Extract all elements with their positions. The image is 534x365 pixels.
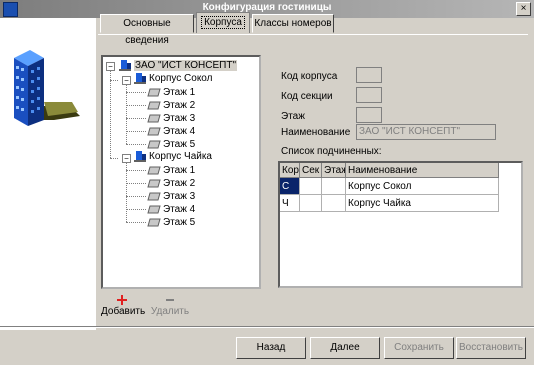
tree-floor-label: Этаж 3 [163,113,196,124]
tree-floor-label: Этаж 2 [163,178,196,189]
building-icon [134,73,146,85]
add-button[interactable]: Добавить [101,293,146,317]
tree-floor-label: Этаж 5 [163,217,196,228]
tree-floor-node[interactable]: Этаж 1 [147,86,195,99]
tree-line [126,131,146,132]
table-cell[interactable] [322,195,346,212]
tree-floor-label: Этаж 3 [163,191,196,202]
subordinates-grid[interactable]: Кор Сек Этаж Наименование С Корпус Сокол… [278,161,523,288]
tree-floor-node[interactable]: Этаж 2 [147,177,195,190]
tab-buildings-label: Корпуса [201,16,245,29]
tree-floor-node[interactable]: Этаж 3 [147,112,195,125]
delete-button[interactable]: Удалить [149,293,191,317]
tree-line [126,196,146,197]
floor-icon [147,88,161,97]
tree-building-node[interactable]: Корпус Сокол [133,72,212,85]
minus-icon [166,299,174,301]
table-cell[interactable] [300,178,322,195]
delete-button-label: Удалить [150,306,190,317]
building-illustration [14,50,80,126]
tree-floor-label: Этаж 4 [163,126,196,137]
subordinates-label: Список подчиненных: [281,146,382,157]
tree-building-label: Корпус Чайка [149,151,212,162]
collapse-root-toggle[interactable]: − [106,62,115,71]
tree-building-label: Корпус Сокол [149,73,213,84]
tree-floor-node[interactable]: Этаж 4 [147,203,195,216]
building-code-label: Код корпуса [281,71,338,82]
plus-icon [117,295,127,305]
save-button[interactable]: Сохранить [384,337,454,359]
tree-floor-node[interactable]: Этаж 2 [147,99,195,112]
section-code-field[interactable] [356,87,382,103]
tree-line [126,84,127,144]
tab-room-classes[interactable]: Классы номеров [252,14,334,33]
tree-line [126,144,146,145]
name-field[interactable]: ЗАО "ИСТ КОНСЕПТ" [356,124,496,140]
building-icon [134,151,146,163]
restore-button[interactable]: Восстановить [456,337,526,359]
column-header[interactable]: Наименование [346,163,499,178]
next-button[interactable]: Далее [310,337,380,359]
floor-icon [147,127,161,136]
tab-buildings[interactable]: Корпуса [196,12,250,33]
tree-floor-node[interactable]: Этаж 5 [147,216,195,229]
floor-icon [147,205,161,214]
tree-floor-node[interactable]: Этаж 3 [147,190,195,203]
divider [0,326,534,328]
tree-line [126,162,127,222]
tree-root-node[interactable]: ЗАО "ИСТ КОНСЕПТ" [118,59,238,72]
floor-icon [147,179,161,188]
floor-field[interactable] [356,107,382,123]
wizard-image-panel [0,18,96,330]
tree-floor-node[interactable]: Этаж 1 [147,164,195,177]
column-header[interactable]: Этаж [322,163,346,178]
tree-line [110,80,118,81]
tree-line [126,170,146,171]
floor-icon [147,114,161,123]
structure-tree[interactable]: − ЗАО "ИСТ КОНСЕПТ" − Корпус Сокол Этаж … [101,55,261,289]
close-button[interactable]: × [516,2,531,16]
collapse-building-toggle[interactable]: − [122,154,131,163]
tree-floor-label: Этаж 2 [163,100,196,111]
tree-floor-node[interactable]: Этаж 4 [147,125,195,138]
table-cell[interactable] [300,195,322,212]
tree-line [126,105,146,106]
table-cell[interactable]: Корпус Чайка [346,195,499,212]
table-cell[interactable] [322,178,346,195]
tree-floor-label: Этаж 5 [163,139,196,150]
building-code-field[interactable] [356,67,382,83]
back-button[interactable]: Назад [236,337,306,359]
table-cell[interactable]: Ч [280,195,300,212]
tree-line [126,222,146,223]
floor-icon [147,101,161,110]
add-button-label: Добавить [101,306,146,317]
name-label: Наименование [281,127,351,138]
table-cell[interactable]: С [280,178,300,195]
floor-label: Этаж [281,111,305,122]
section-code-label: Код секции [281,91,333,102]
tab-room-classes-label: Классы номеров [254,18,332,29]
tree-line [126,118,146,119]
collapse-building-toggle[interactable]: − [122,76,131,85]
tree-line [126,209,146,210]
column-header[interactable]: Кор [280,163,300,178]
floor-icon [147,140,161,149]
tree-line [126,92,146,93]
tree-floor-label: Этаж 4 [163,204,196,215]
column-header[interactable]: Сек [300,163,322,178]
floor-icon [147,166,161,175]
floor-icon [147,218,161,227]
tab-general[interactable]: Основные сведения [100,14,194,46]
tree-floor-label: Этаж 1 [163,165,196,176]
company-icon [119,60,131,72]
floor-icon [147,192,161,201]
tree-root-label: ЗАО "ИСТ КОНСЕПТ" [134,60,238,71]
tree-floor-label: Этаж 1 [163,87,196,98]
tree-line [110,158,118,159]
tree-line [126,183,146,184]
window-title: Конфигурация гостиницы [202,2,332,13]
table-cell[interactable]: Корпус Сокол [346,178,499,195]
tree-building-node[interactable]: Корпус Чайка [133,150,212,163]
